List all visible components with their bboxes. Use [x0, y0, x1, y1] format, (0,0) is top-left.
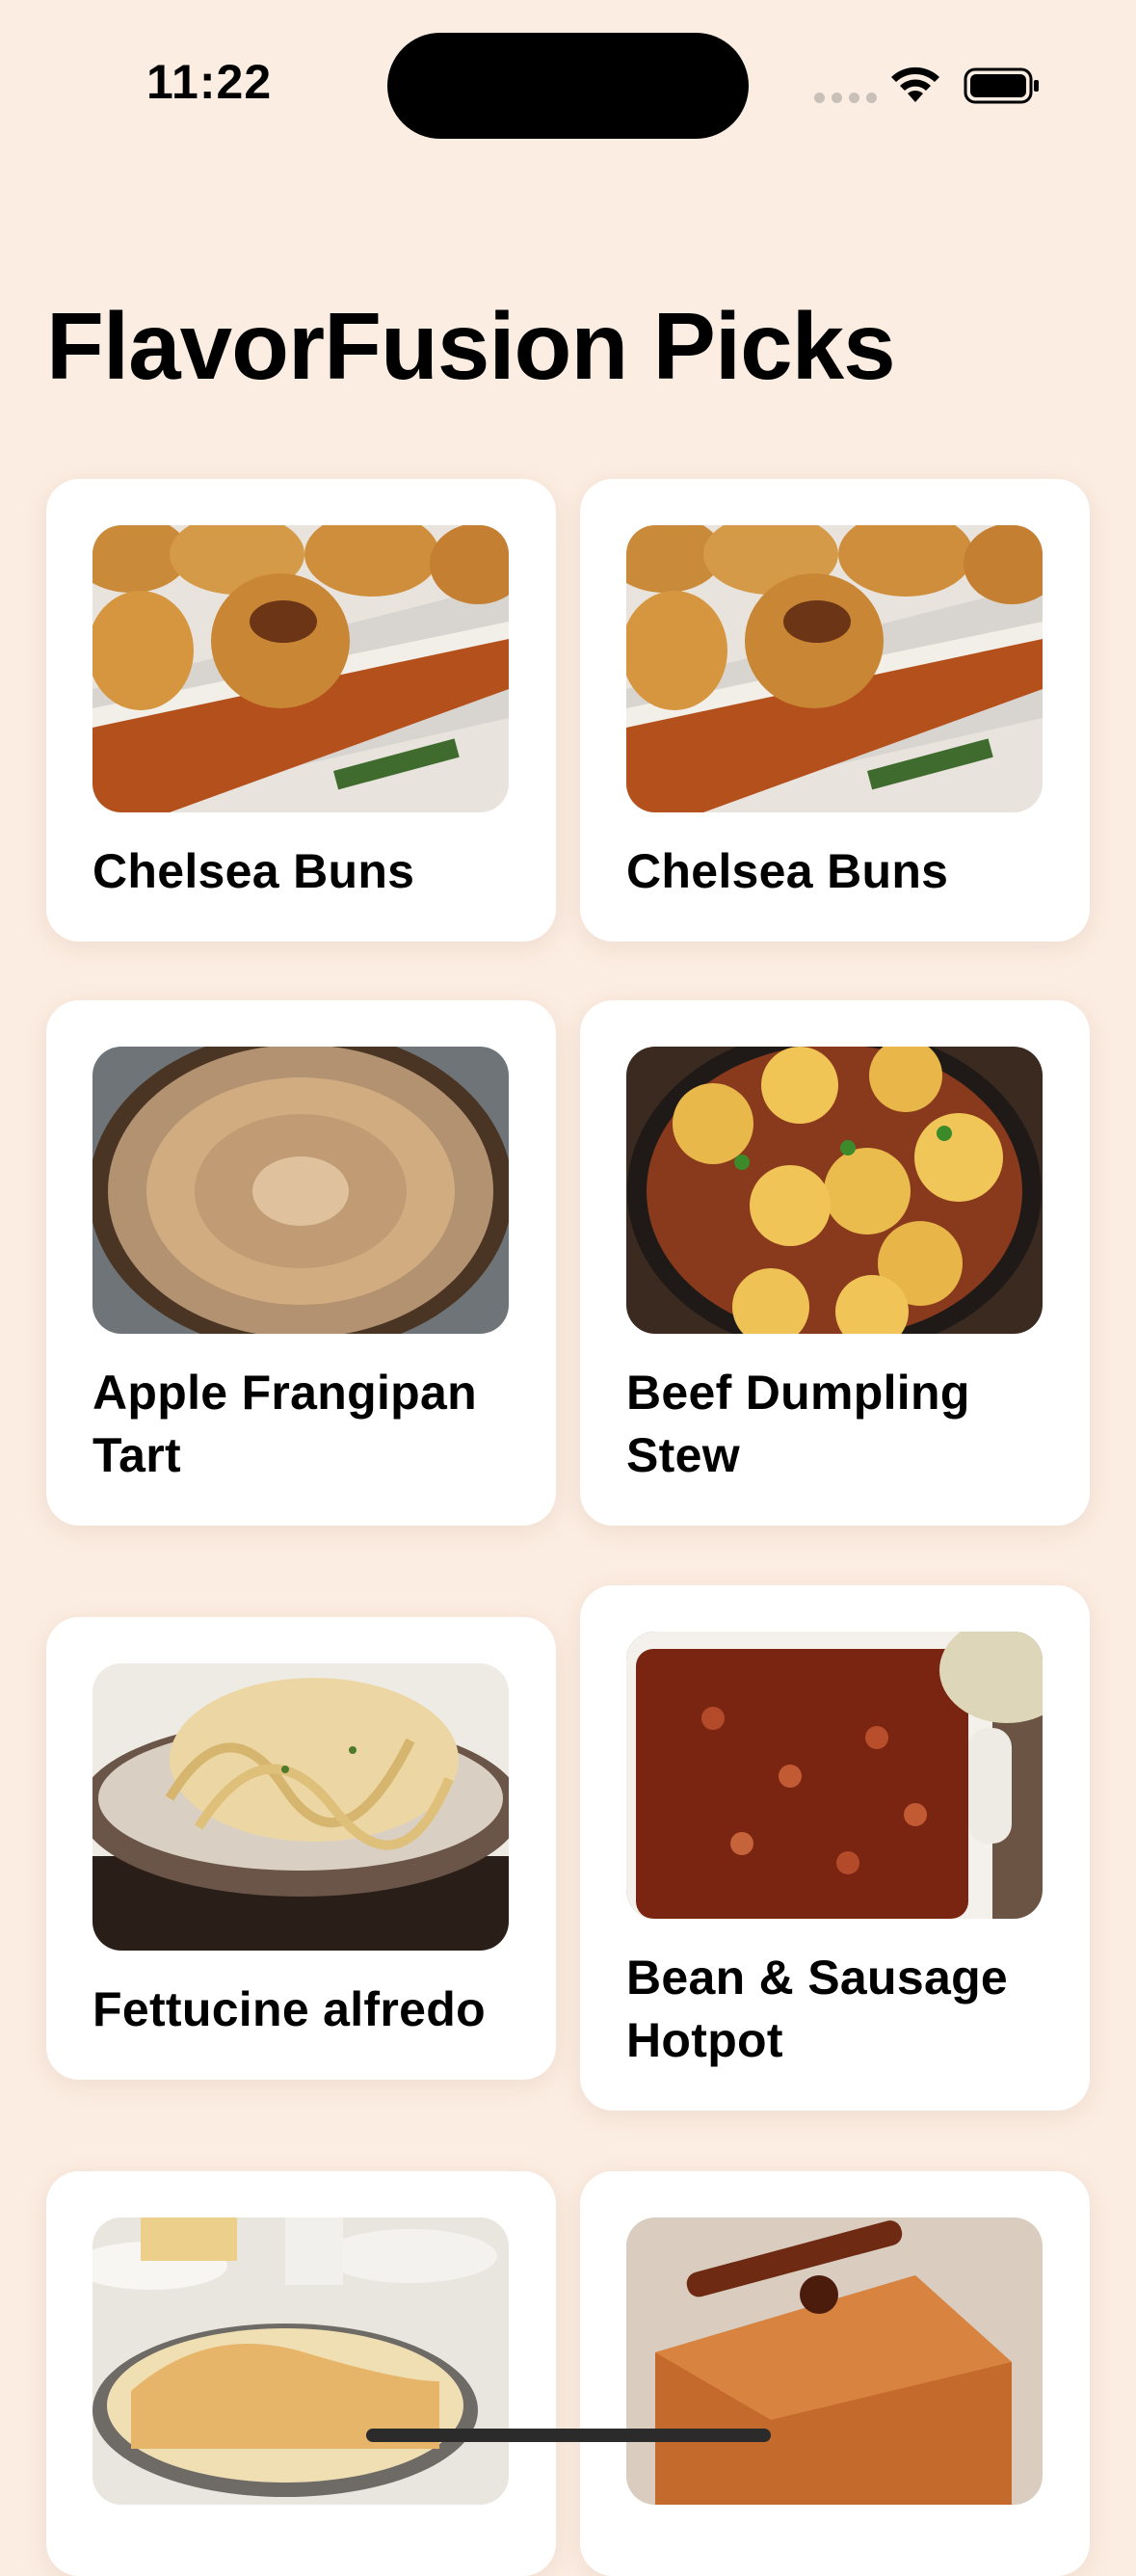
recipe-image-pie	[92, 2217, 509, 2505]
recipe-card[interactable]: Apple Frangipan Tart	[46, 1000, 556, 1526]
home-indicator[interactable]	[366, 2429, 771, 2442]
recipe-card[interactable]	[580, 2171, 1090, 2576]
dynamic-island	[387, 33, 749, 139]
battery-icon	[964, 67, 1041, 104]
recipe-name: Fettucine alfredo	[92, 1982, 486, 2036]
recipe-image-apple-tart	[92, 1047, 509, 1334]
recipe-card[interactable]	[46, 2171, 556, 2576]
recipe-card[interactable]: Bean & Sausage Hotpot	[580, 1585, 1090, 2111]
recipe-card[interactable]: Beef Dumpling Stew	[580, 1000, 1090, 1526]
recipe-card[interactable]: Fettucine alfredo	[46, 1617, 556, 2080]
recipe-name: Apple Frangipan Tart	[92, 1366, 477, 1482]
recipe-card[interactable]: Chelsea Buns	[580, 479, 1090, 942]
recipe-image-chelsea-buns	[92, 525, 509, 812]
recipe-image-syrup-cake	[626, 2217, 1043, 2505]
recipe-name: Beef Dumpling Stew	[626, 1366, 970, 1482]
status-time: 11:22	[146, 55, 273, 109]
recipe-image-chelsea-buns	[626, 525, 1043, 812]
recipe-card[interactable]: Chelsea Buns	[46, 479, 556, 942]
recipe-name: Chelsea Buns	[92, 844, 415, 898]
wifi-icon	[888, 64, 942, 106]
recipe-image-bean-hotpot	[626, 1632, 1043, 1919]
recipe-name: Bean & Sausage Hotpot	[626, 1951, 1009, 2067]
recipe-name: Chelsea Buns	[626, 844, 949, 898]
recipe-image-dumpling-stew	[626, 1047, 1043, 1334]
cellular-signal-icon	[814, 93, 877, 103]
page-title: FlavorFusion Picks	[46, 293, 896, 399]
recipe-image-fettucine	[92, 1663, 509, 1951]
